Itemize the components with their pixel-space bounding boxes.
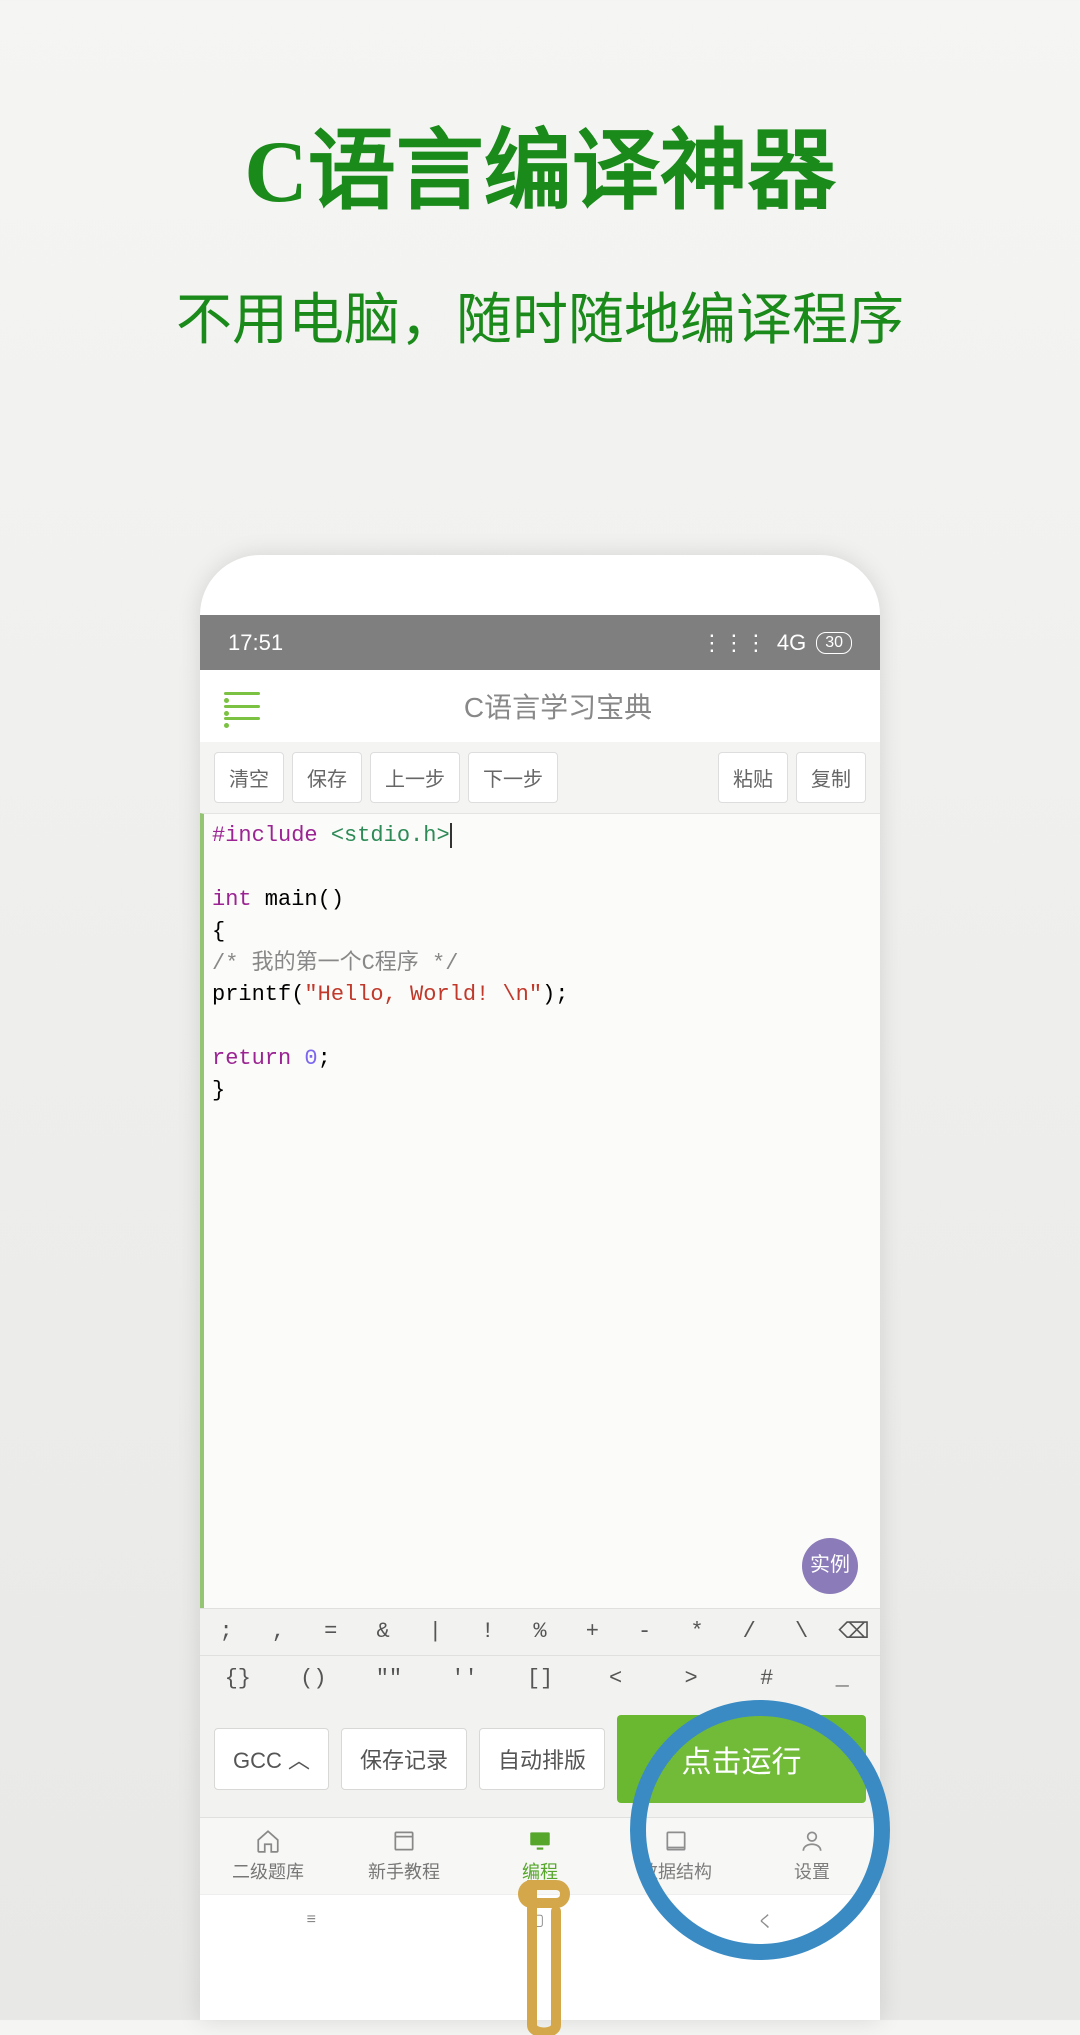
editor-toolbar: 清空 保存 上一步 下一步 粘贴 复制 [200, 742, 880, 813]
code-text: ; [318, 1046, 331, 1071]
code-editor[interactable]: #include <stdio.h> int main() { /* 我的第一个… [200, 813, 880, 1608]
phone-frame: 17:51 ⋮⋮⋮ 4G 30 C语言学习宝典 清空 保存 上一步 下一步 粘贴… [200, 555, 880, 2020]
symbol-key[interactable]: > [653, 1656, 729, 1701]
save-record-button[interactable]: 保存记录 [341, 1728, 467, 1790]
app-header: C语言学习宝典 [200, 670, 880, 742]
system-nav-bar: ≡ ▢ く [200, 1894, 880, 1944]
code-comment: /* 我的第一个C程序 */ [212, 948, 870, 980]
symbol-key[interactable]: & [357, 1609, 409, 1655]
code-text: ); [542, 982, 568, 1007]
menu-icon[interactable] [224, 692, 260, 720]
chevron-up-icon: ︿ [288, 1748, 310, 1773]
nav-label: 新手教程 [368, 1858, 440, 1884]
paste-button[interactable]: 粘贴 [718, 752, 788, 803]
save-button[interactable]: 保存 [292, 752, 362, 803]
code-keyword: return [212, 1046, 304, 1071]
status-time: 17:51 [228, 630, 283, 656]
auto-format-button[interactable]: 自动排版 [479, 1728, 605, 1790]
symbol-key[interactable]: _ [805, 1656, 881, 1701]
symbol-key[interactable]: ; [200, 1609, 252, 1655]
example-badge[interactable]: 实例 [802, 1538, 858, 1594]
run-button[interactable]: 点击运行 [617, 1715, 866, 1803]
undo-button[interactable]: 上一步 [370, 752, 460, 803]
symbol-key[interactable]: # [729, 1656, 805, 1701]
copy-button[interactable]: 复制 [796, 752, 866, 803]
nav-label: 数据结构 [640, 1858, 712, 1884]
code-number: 0 [304, 1046, 317, 1071]
nav-label: 编程 [522, 1858, 558, 1884]
battery-icon: 30 [816, 632, 852, 654]
person-icon [797, 1828, 827, 1854]
nav-label: 二级题库 [232, 1858, 304, 1884]
nav-settings[interactable]: 设置 [744, 1828, 880, 1884]
code-keyword: int [212, 887, 252, 912]
nav-data[interactable]: 数据结构 [608, 1828, 744, 1884]
symbol-key[interactable]: ! [462, 1609, 514, 1655]
symbol-key[interactable]: + [566, 1609, 618, 1655]
book-icon [389, 1828, 419, 1854]
symbol-key[interactable]: - [619, 1609, 671, 1655]
symbol-key[interactable]: * [671, 1609, 723, 1655]
symbol-key[interactable]: "" [351, 1656, 427, 1701]
layers-icon [661, 1828, 691, 1854]
signal-icon: ⋮⋮⋮ [701, 630, 767, 656]
bottom-nav: 二级题库 新手教程 编程 数据结构 设置 [200, 1817, 880, 1894]
nav-exam[interactable]: 二级题库 [200, 1828, 336, 1884]
redo-button[interactable]: 下一步 [468, 752, 558, 803]
compiler-select[interactable]: GCC ︿ [214, 1728, 329, 1790]
symbol-key[interactable]: / [723, 1609, 775, 1655]
home-icon [253, 1828, 283, 1854]
nav-tutorial[interactable]: 新手教程 [336, 1828, 472, 1884]
code-text: main() [252, 887, 344, 912]
symbol-key[interactable]: [] [502, 1656, 578, 1701]
promo-title: C语言编译神器 [0, 100, 1080, 227]
symbol-key[interactable]: < [578, 1656, 654, 1701]
symbol-row-2: {}()""''[]<>#_ [200, 1655, 880, 1701]
status-bar: 17:51 ⋮⋮⋮ 4G 30 [200, 615, 880, 670]
symbol-key[interactable]: '' [427, 1656, 503, 1701]
symbol-row-1: ;,=&|!%+-*/\⌫ [200, 1608, 880, 1655]
network-label: 4G [777, 630, 806, 656]
symbol-key[interactable]: () [276, 1656, 352, 1701]
symbol-key[interactable]: {} [200, 1656, 276, 1701]
symbol-key[interactable]: , [252, 1609, 304, 1655]
symbol-key[interactable]: = [305, 1609, 357, 1655]
backspace-key[interactable]: ⌫ [828, 1609, 880, 1655]
symbol-key[interactable]: % [514, 1609, 566, 1655]
nav-label: 设置 [794, 1858, 830, 1884]
symbol-key[interactable]: | [409, 1609, 461, 1655]
code-keyword: #include [212, 823, 318, 848]
nav-code[interactable]: 编程 [472, 1828, 608, 1884]
app-title: C语言学习宝典 [260, 686, 856, 726]
monitor-icon [525, 1828, 555, 1854]
code-string: "Hello, World! \n" [304, 982, 542, 1007]
code-include: <stdio.h> [318, 823, 450, 848]
promo-subtitle: 不用电脑，随时随地编译程序 [0, 275, 1080, 356]
code-text: { [212, 916, 870, 948]
clear-button[interactable]: 清空 [214, 752, 284, 803]
symbol-key[interactable]: \ [775, 1609, 827, 1655]
bottom-actions: GCC ︿ 保存记录 自动排版 点击运行 [200, 1701, 880, 1817]
code-text: } [212, 1075, 870, 1107]
code-text: printf( [212, 982, 304, 1007]
